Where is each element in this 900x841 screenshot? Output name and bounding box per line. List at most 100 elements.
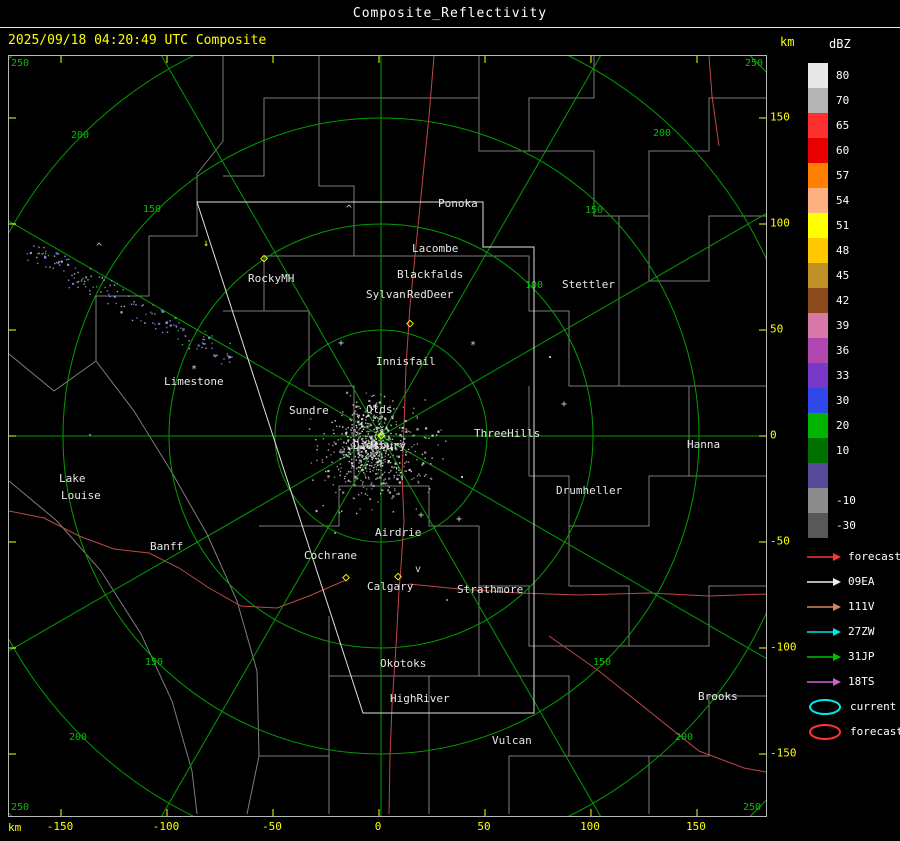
ring-distance-label: 200: [653, 128, 671, 139]
echo-dot: [308, 428, 311, 430]
echo-dot: [344, 481, 347, 483]
echo-dot: [387, 489, 389, 491]
city-label-ponoka: Ponoka: [438, 197, 478, 210]
echo-dot: [364, 493, 367, 495]
city-label-didsbury: Didsbury: [353, 439, 406, 452]
echo-dot: [338, 511, 341, 514]
echo-dot: [181, 343, 184, 346]
echo-dot: [63, 270, 65, 272]
echo-dot: [368, 399, 371, 403]
echo-dot: [365, 488, 368, 490]
echo-dot: [343, 448, 346, 450]
echo-dot: [421, 453, 424, 456]
echo-dot: [375, 415, 377, 418]
echo-dot: [416, 428, 419, 431]
echo-dot: [333, 476, 336, 478]
x-axis-label: 100: [580, 820, 600, 833]
echo-dot: [339, 411, 341, 414]
station-asterisk-2-icon: *: [191, 364, 197, 375]
window-title: Composite_Reflectivity: [0, 0, 900, 28]
echo-dot: [357, 420, 360, 423]
echo-dot: [339, 450, 342, 453]
echo-dot: [358, 462, 360, 464]
echo-dot: [336, 465, 338, 468]
echo-dot: [398, 481, 402, 484]
echo-dot: [202, 338, 204, 341]
echo-dot: [415, 508, 418, 510]
echo-dot: [391, 466, 393, 468]
echo-dot: [386, 482, 388, 484]
legend-label: current: [850, 700, 897, 713]
echo-dot: [385, 427, 388, 430]
echo-dot: [345, 454, 348, 456]
echo-dot: [358, 415, 360, 417]
x-axis-label: 150: [686, 820, 706, 833]
echo-dot: [223, 358, 225, 360]
echo-dot: [177, 329, 179, 332]
echo-dot: [371, 456, 373, 459]
scale-block-33: 33: [808, 363, 856, 388]
echo-dot: [392, 400, 394, 402]
echo-dot: [352, 435, 354, 437]
echo-dot: [185, 335, 187, 337]
echo-dot: [316, 459, 318, 462]
echo-dot: [196, 348, 198, 350]
echo-dot: [149, 311, 152, 313]
echo-dot: [351, 464, 353, 467]
echo-dot: [381, 456, 384, 458]
echo-dot: [379, 453, 381, 455]
echo-dot: [316, 445, 319, 447]
scale-block-45: 45: [808, 263, 856, 288]
echo-dot: [350, 467, 353, 469]
echo-dot: [397, 467, 400, 469]
echo-dot: [77, 280, 80, 283]
echo-dot: [430, 463, 432, 465]
station-caret-1-icon: ^: [346, 204, 352, 215]
echo-dot: [324, 479, 326, 482]
echo-dot: [201, 346, 203, 349]
echo-dot: [113, 284, 116, 286]
echo-dot: [377, 472, 379, 475]
echo-dot: [431, 434, 434, 437]
echo-dot: [549, 356, 551, 358]
echo-dot: [370, 424, 373, 427]
city-label-olds: Olds: [366, 403, 393, 416]
echo-dot: [333, 451, 335, 453]
echo-dot: [347, 447, 350, 450]
echo-dot: [396, 474, 399, 476]
echo-dot: [351, 427, 353, 429]
scale-block-57: 57: [808, 163, 856, 188]
echo-dot: [356, 401, 358, 403]
echo-dot: [398, 469, 400, 472]
echo-dot: [341, 433, 343, 435]
echo-dot: [423, 436, 426, 439]
echo-dot: [333, 432, 335, 435]
echo-dot: [144, 322, 146, 324]
station-caret-2-icon: ^: [96, 242, 102, 253]
echo-dot: [367, 457, 369, 460]
echo-dot: [60, 260, 63, 262]
ellipse-icon: [809, 698, 841, 715]
echo-dot: [395, 468, 398, 470]
city-label-strathmore: Strathmore: [457, 583, 523, 596]
echo-dot: [157, 322, 161, 325]
echo-dot: [368, 430, 370, 433]
echo-dot: [73, 277, 75, 279]
echo-dot: [367, 455, 370, 458]
echo-dot: [321, 461, 324, 464]
echo-dot: [373, 464, 376, 466]
echo-dot: [325, 456, 328, 458]
ring-distance-label: 200: [675, 732, 693, 743]
echo-dot: [231, 356, 233, 358]
echo-dot: [161, 331, 164, 334]
echo-dot: [364, 464, 366, 467]
echo-dot: [370, 483, 372, 486]
echo-dot: [377, 464, 379, 466]
echo-dot: [359, 508, 361, 510]
radar-site-reddeer-icon: ◇: [406, 316, 414, 331]
echo-dot: [360, 479, 362, 482]
echo-dot: [373, 466, 375, 469]
ring-distance-label: 150: [143, 204, 161, 215]
echo-dot: [66, 258, 68, 261]
echo-dot: [364, 466, 367, 468]
